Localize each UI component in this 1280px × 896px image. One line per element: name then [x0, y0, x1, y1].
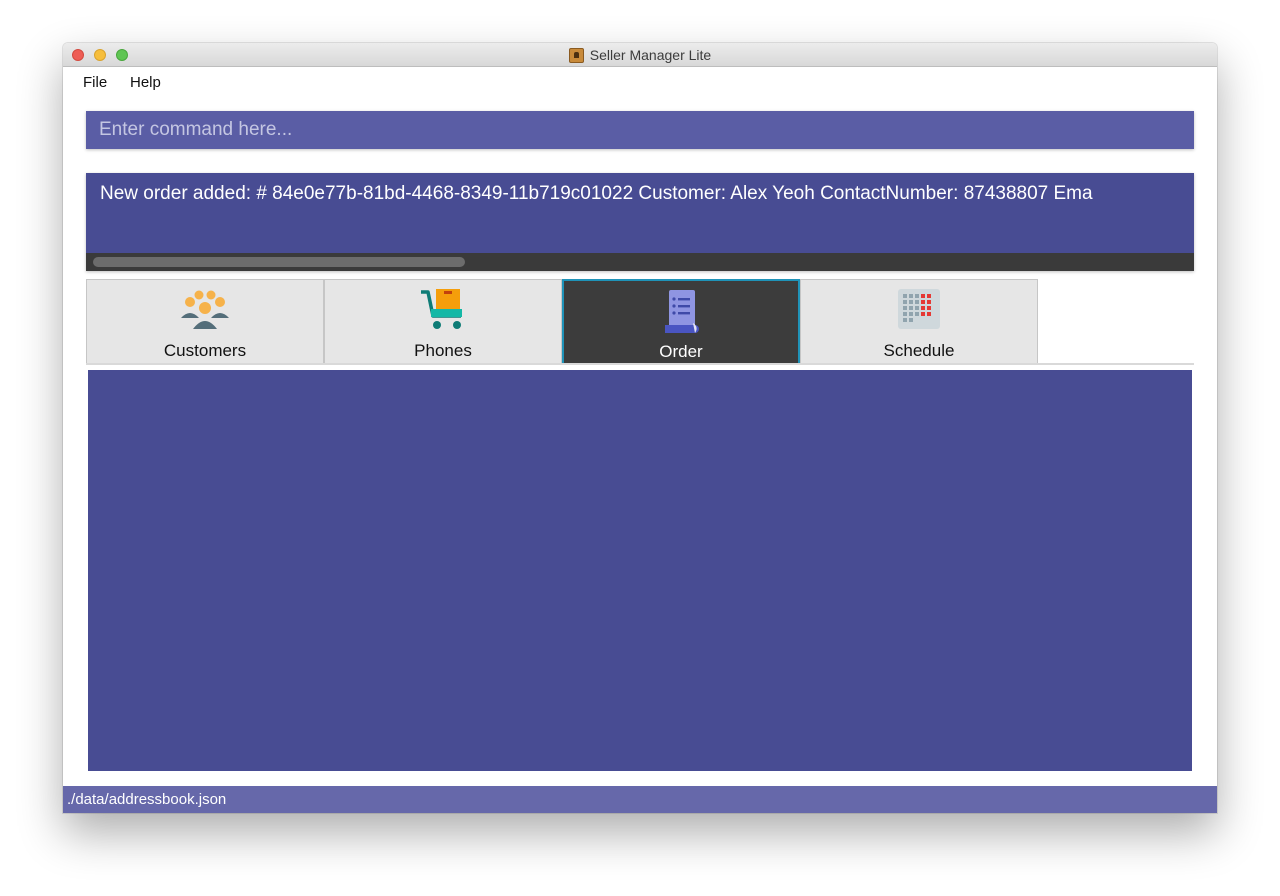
command-input[interactable]: [86, 111, 1194, 149]
order-receipt-icon: [665, 290, 699, 333]
result-horizontal-scrollbar[interactable]: [86, 253, 1194, 271]
calendar-icon: [898, 289, 940, 329]
tab-schedule[interactable]: Schedule: [800, 279, 1038, 363]
app-icon: [568, 47, 584, 63]
save-location-path: ./data/addressbook.json: [67, 791, 227, 808]
window-title: Seller Manager Lite: [589, 47, 712, 63]
shopping-cart-icon: [421, 289, 462, 329]
tab-label: Phones: [414, 341, 472, 360]
result-text: New order added: # 84e0e77b-81bd-4468-83…: [100, 183, 1093, 204]
menu-bar: File Help: [63, 67, 1217, 99]
menu-help[interactable]: Help: [130, 74, 161, 91]
tab-customers[interactable]: Customers: [86, 279, 324, 363]
tab-label: Customers: [163, 341, 247, 360]
tab-phones[interactable]: Phones: [324, 279, 562, 363]
window-title-group: Seller Manager Lite: [63, 43, 1217, 67]
title-bar: Seller Manager Lite: [63, 43, 1217, 67]
customers-icon: [181, 290, 229, 329]
status-bar: ./data/addressbook.json: [63, 786, 1217, 813]
tab-label: Schedule: [883, 341, 955, 360]
result-display[interactable]: New order added: # 84e0e77b-81bd-4468-83…: [86, 173, 1194, 271]
scrollbar-thumb[interactable]: [93, 257, 465, 267]
app-window: Seller Manager Lite File Help New order …: [63, 43, 1217, 813]
tab-label: Order: [659, 342, 703, 361]
tab-divider: [86, 363, 1194, 365]
order-list-panel[interactable]: [88, 370, 1192, 771]
menu-file[interactable]: File: [83, 74, 107, 91]
tab-order[interactable]: Order: [562, 279, 800, 363]
tab-bar: Customers Phones Order Schedule: [86, 279, 1194, 365]
